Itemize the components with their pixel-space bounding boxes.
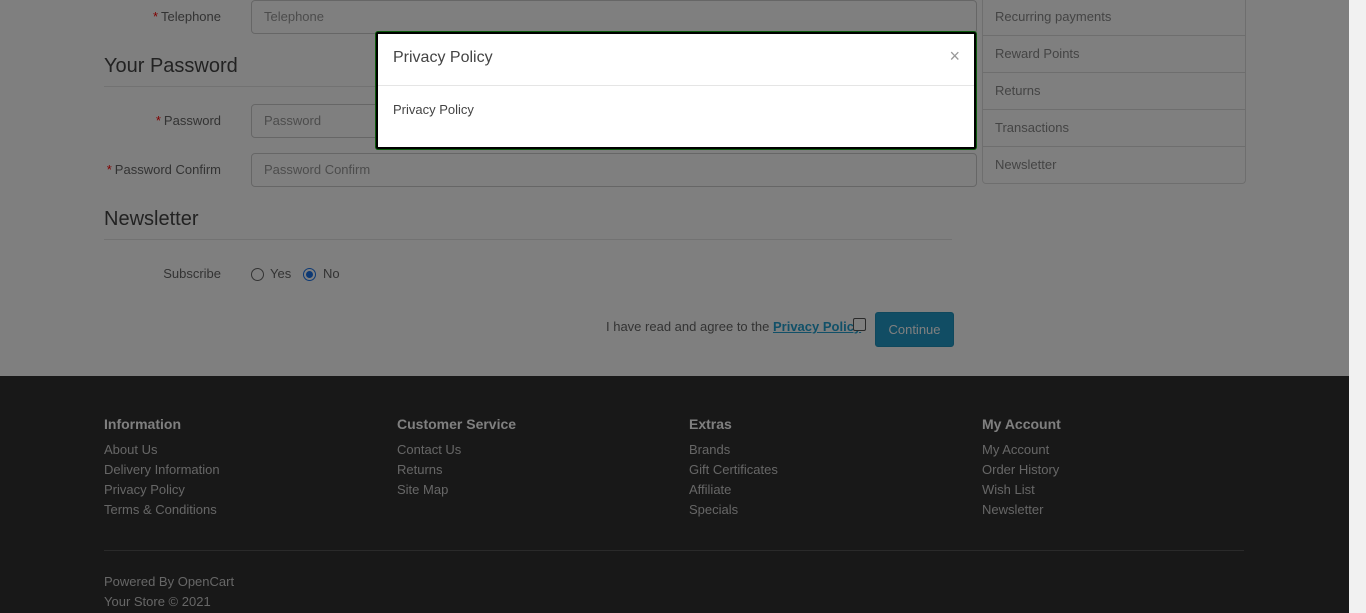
modal-header: Privacy Policy × — [378, 34, 974, 86]
modal-title: Privacy Policy — [393, 49, 493, 66]
close-icon[interactable]: × — [949, 46, 960, 66]
modal-body: Privacy Policy — [393, 102, 474, 117]
page-scrollbar[interactable] — [1349, 0, 1366, 613]
privacy-policy-modal: Privacy Policy × Privacy Policy — [376, 32, 976, 149]
